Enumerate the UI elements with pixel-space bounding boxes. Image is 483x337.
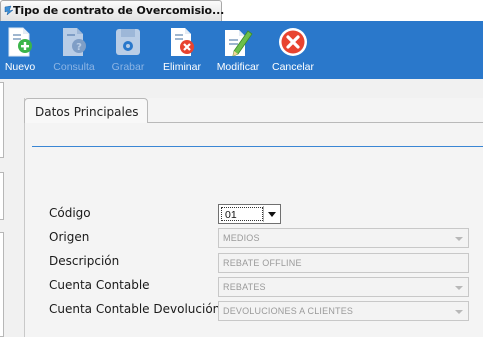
section-divider bbox=[32, 146, 483, 147]
side-panel-handle[interactable] bbox=[0, 232, 4, 337]
chevron-down-icon[interactable] bbox=[263, 206, 279, 222]
origen-value: MEDIOS bbox=[223, 233, 260, 243]
chevron-down-icon bbox=[455, 286, 463, 290]
codigo-label: Código bbox=[49, 206, 91, 220]
nuevo-label: Nuevo bbox=[4, 61, 36, 73]
origen-select[interactable]: MEDIOS bbox=[218, 228, 469, 248]
tab-divider bbox=[148, 122, 483, 123]
cuenta-contable-devolucion-label: Cuenta Contable Devolución bbox=[49, 302, 221, 316]
edit-document-icon bbox=[225, 30, 253, 57]
document-tab[interactable]: Tipo de contrato de Overcomisio... bbox=[0, 0, 225, 21]
eliminar-label: Eliminar bbox=[163, 61, 201, 73]
window-tabstrip: Tipo de contrato de Overcomisio... bbox=[0, 0, 483, 21]
codigo-value: 01 bbox=[225, 209, 237, 221]
grabar-button[interactable]: Grabar bbox=[106, 21, 150, 79]
document-tab-title: Tipo de contrato de Overcomisio... bbox=[13, 4, 225, 17]
cuenta-contable-devolucion-select[interactable]: DEVOLUCIONES A CLIENTES bbox=[218, 301, 469, 321]
cancel-icon bbox=[279, 28, 307, 56]
svg-text:?: ? bbox=[76, 42, 82, 53]
chevron-down-icon bbox=[455, 310, 463, 314]
side-panel-handle[interactable] bbox=[0, 172, 4, 220]
nuevo-button[interactable]: Nuevo bbox=[0, 21, 40, 79]
cuenta-contable-value: REBATES bbox=[223, 282, 266, 292]
cancelar-button[interactable]: Cancelar bbox=[269, 21, 317, 79]
new-document-icon bbox=[8, 27, 32, 57]
descripcion-input[interactable]: REBATE OFFLINE bbox=[218, 253, 469, 273]
origen-label: Origen bbox=[49, 230, 90, 244]
delete-document-icon bbox=[171, 28, 194, 56]
save-disk-icon bbox=[116, 29, 140, 55]
side-panel-handle[interactable] bbox=[0, 82, 4, 158]
codigo-select[interactable]: 01 bbox=[218, 204, 281, 224]
tab-datos-principales[interactable]: Datos Principales bbox=[24, 98, 148, 123]
toolbar: Nuevo ? Consulta Grabar Eliminar Modific… bbox=[0, 21, 483, 79]
descripcion-value: REBATE OFFLINE bbox=[223, 258, 302, 268]
codigo-focus-box: 01 bbox=[221, 207, 263, 221]
modificar-button[interactable]: Modificar bbox=[210, 21, 266, 79]
cuenta-contable-devolucion-value: DEVOLUCIONES A CLIENTES bbox=[223, 306, 354, 316]
cuenta-contable-select[interactable]: REBATES bbox=[218, 277, 469, 297]
grabar-label: Grabar bbox=[111, 61, 145, 73]
chevron-down-icon bbox=[455, 237, 463, 241]
descripcion-label: Descripción bbox=[49, 254, 120, 268]
cuenta-contable-label: Cuenta Contable bbox=[49, 278, 150, 292]
cancelar-label: Cancelar bbox=[271, 61, 315, 73]
tab-datos-principales-label: Datos Principales bbox=[35, 105, 139, 119]
eliminar-button[interactable]: Eliminar bbox=[158, 21, 206, 79]
modificar-label: Modificar bbox=[216, 61, 260, 73]
consulta-button[interactable]: ? Consulta bbox=[50, 21, 98, 79]
consulta-label: Consulta bbox=[53, 61, 95, 73]
query-document-icon: ? bbox=[63, 28, 86, 56]
